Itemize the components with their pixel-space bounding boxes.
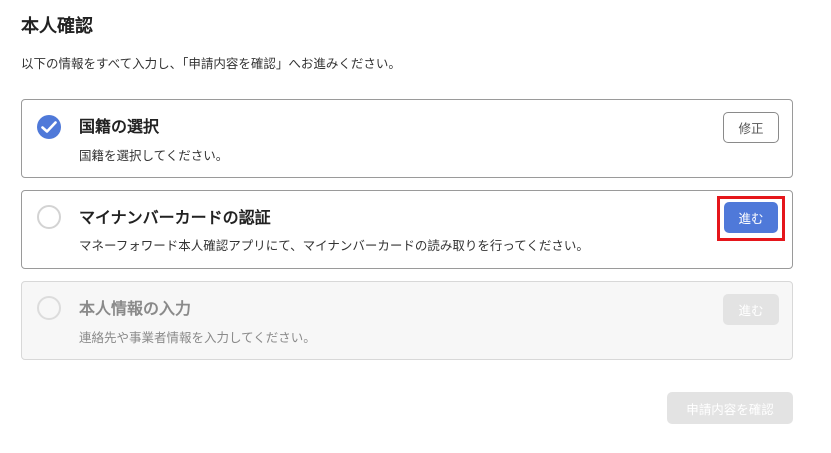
step-card-nationality: 国籍の選択 国籍を選択してください。 修正 — [21, 99, 793, 178]
step-card-mynumber: マイナンバーカードの認証 マネーフォワード本人確認アプリにて、マイナンバーカード… — [21, 190, 793, 269]
step-description: 連絡先や事業者情報を入力してください。 — [79, 330, 316, 345]
page-description: 以下の情報をすべて入力し、「申請内容を確認」へお進みください。 — [21, 56, 401, 71]
check-circle-icon — [37, 115, 61, 139]
step-card-personal-info: 本人情報の入力 連絡先や事業者情報を入力してください。 進む — [21, 281, 793, 360]
proceed-button-disabled[interactable]: 進む — [723, 294, 779, 325]
empty-circle-icon — [37, 296, 61, 320]
step-title: 本人情報の入力 — [79, 299, 192, 318]
step-description: マネーフォワード本人確認アプリにて、マイナンバーカードの読み取りを行ってください… — [79, 238, 589, 253]
step-title: マイナンバーカードの認証 — [79, 208, 271, 227]
edit-button[interactable]: 修正 — [723, 112, 779, 143]
empty-circle-icon — [37, 205, 61, 229]
step-title: 国籍の選択 — [79, 117, 160, 136]
proceed-button[interactable]: 進む — [724, 202, 778, 233]
page-title: 本人確認 — [21, 16, 93, 37]
confirm-application-button[interactable]: 申請内容を確認 — [667, 392, 793, 424]
step-description: 国籍を選択してください。 — [79, 148, 229, 163]
